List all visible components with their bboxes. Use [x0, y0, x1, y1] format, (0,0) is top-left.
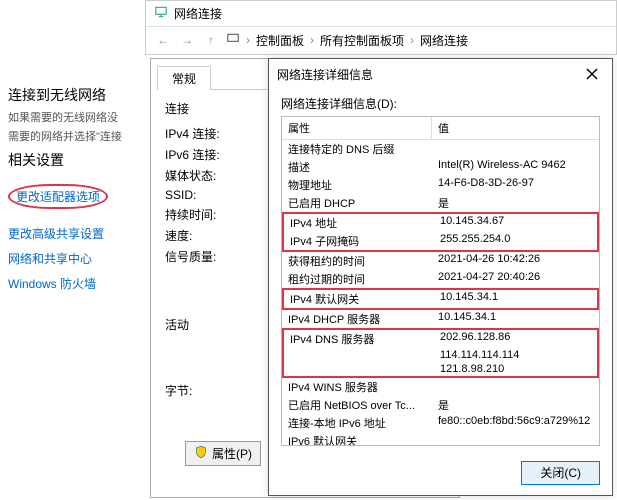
window-title-bar: 网络连接 [146, 1, 616, 26]
table-row: 物理地址14-F6-D8-3D-26-97 [282, 176, 599, 194]
network-details-dialog: 网络连接详细信息 网络连接详细信息(D): 属性 值 连接特定的 DNS 后缀描… [268, 58, 613, 496]
related-settings-heading: 相关设置 [8, 150, 143, 170]
dialog-title: 网络连接详细信息 [277, 66, 373, 83]
sidebar-desc: 如果需要的无线网络没 [8, 111, 143, 126]
shield-icon [194, 445, 208, 462]
sidebar-desc: 需要的网络并选择"连接 [8, 130, 143, 145]
settings-sidebar: 连接到无线网络 如果需要的无线网络没 需要的网络并选择"连接 相关设置 更改适配… [8, 85, 143, 300]
table-row: IPv4 默认网关10.145.34.1 [284, 290, 597, 308]
sidebar-heading: 连接到无线网络 [8, 85, 143, 105]
table-row: IPv4 DHCP 服务器10.145.34.1 [282, 310, 599, 328]
link-advanced-sharing[interactable]: 更改高级共享设置 [8, 225, 143, 242]
explorer-window: 网络连接 ← → ↑ › 控制面板 › 所有控制面板项 › 网络连接 [145, 0, 617, 55]
table-row: IPv4 DNS 服务器202.96.128.86 [284, 330, 597, 348]
crumb-all-items[interactable]: 所有控制面板项 [320, 32, 404, 49]
table-row: 租约过期的时间2021-04-27 20:40:26 [282, 270, 599, 288]
close-button[interactable]: 关闭(C) [521, 461, 600, 485]
back-arrow-icon[interactable]: ← [154, 31, 172, 49]
chevron-right-icon: › [310, 33, 314, 47]
table-row: 连接特定的 DNS 后缀 [282, 140, 599, 158]
forward-arrow-icon[interactable]: → [178, 31, 196, 49]
table-row: 获得租约的时间2021-04-26 10:42:26 [282, 252, 599, 270]
table-row: 已启用 DHCP是 [282, 194, 599, 212]
table-row: 已启用 NetBIOS over Tc...是 [282, 396, 599, 414]
crumb-control-panel[interactable]: 控制面板 [256, 32, 304, 49]
tab-general[interactable]: 常规 [157, 66, 211, 90]
network-icon [154, 5, 168, 22]
close-icon[interactable] [580, 65, 604, 83]
chevron-right-icon: › [410, 33, 414, 47]
bytes-label: 字节: [165, 382, 192, 399]
crumb-network-connections[interactable]: 网络连接 [420, 32, 468, 49]
table-row: 121.8.98.210 [284, 362, 597, 376]
properties-button[interactable]: 属性(P) [185, 441, 261, 466]
header-property: 属性 [282, 117, 432, 139]
chevron-right-icon: › [246, 33, 250, 47]
computer-icon [226, 32, 240, 49]
details-label: 网络连接详细信息(D): [281, 95, 600, 112]
table-row: IPv4 地址10.145.34.67 [284, 214, 597, 232]
table-row: 114.114.114.114 [284, 348, 597, 362]
table-row: IPv4 WINS 服务器 [282, 378, 599, 396]
window-title: 网络连接 [174, 5, 222, 22]
link-windows-firewall[interactable]: Windows 防火墙 [8, 275, 143, 292]
header-value: 值 [432, 117, 599, 139]
up-arrow-icon[interactable]: ↑ [202, 31, 220, 49]
table-row: IPv6 默认网关 [282, 432, 599, 446]
details-table[interactable]: 属性 值 连接特定的 DNS 后缀描述Intel(R) Wireless-AC … [281, 116, 600, 446]
link-network-sharing-center[interactable]: 网络和共享中心 [8, 250, 143, 267]
table-row: IPv4 子网掩码255.255.254.0 [284, 232, 597, 250]
table-row: 描述Intel(R) Wireless-AC 9462 [282, 158, 599, 176]
breadcrumb[interactable]: ← → ↑ › 控制面板 › 所有控制面板项 › 网络连接 [146, 26, 616, 53]
table-row: 连接-本地 IPv6 地址fe80::c0eb:f8bd:56c9:a729%1… [282, 414, 599, 432]
link-change-adapter-options[interactable]: 更改适配器选项 [8, 184, 108, 209]
table-header: 属性 值 [282, 117, 599, 140]
